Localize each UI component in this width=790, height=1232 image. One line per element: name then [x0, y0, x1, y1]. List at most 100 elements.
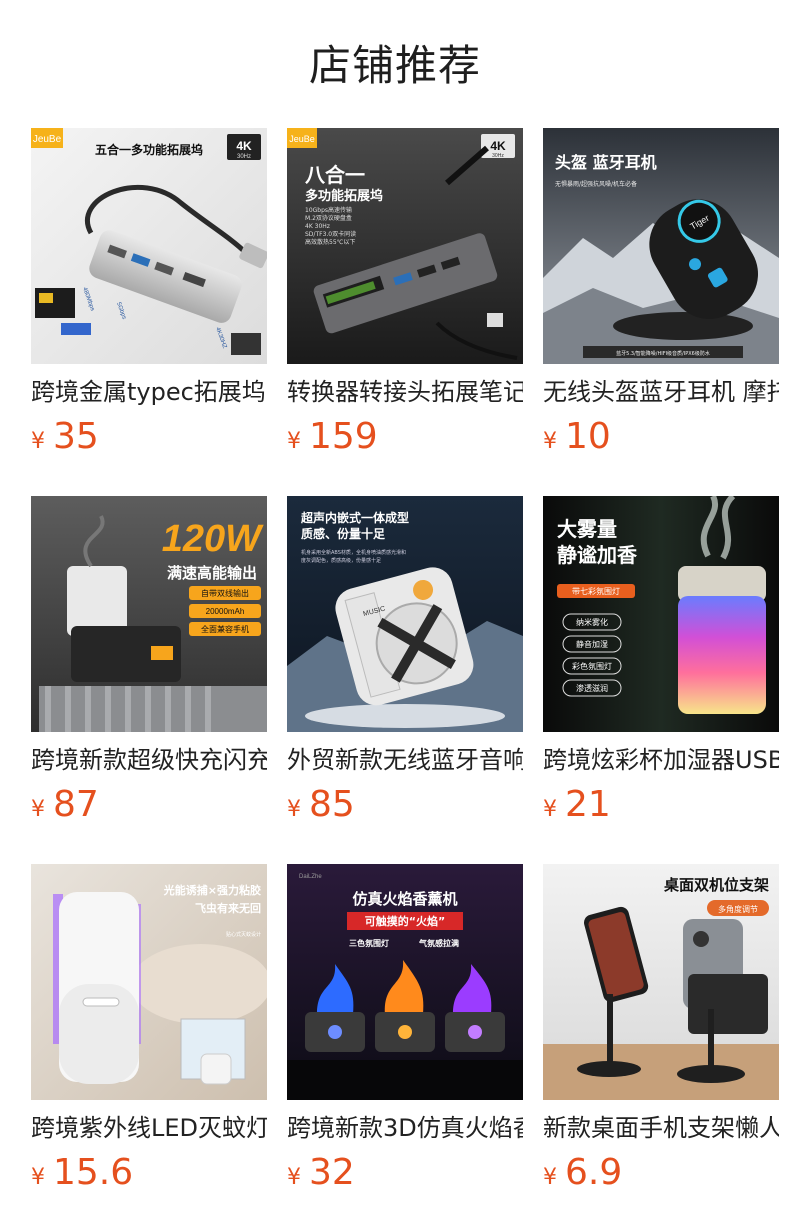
feature-2: 静音加湿 [576, 639, 608, 649]
feature-5: 高效散热55℃以下 [305, 238, 355, 246]
feature-1: 纳米雾化 [576, 617, 608, 627]
product-image[interactable]: 光能诱捕×强力粘胶 飞虫有来无回 贴心式灭蚊设计 [31, 864, 267, 1100]
price-value: 10 [565, 416, 611, 457]
price-value: 21 [565, 784, 611, 825]
product-card[interactable]: JeuBe 五合一多功能拓展坞 4K 30Hz 480Mbps 5Gbps 4K… [31, 128, 267, 458]
product-card[interactable]: JeuBe 4K 30Hz 八合一 多功能拓展坞 10Gbps高速传输 M.2双… [287, 128, 523, 458]
currency-symbol: ¥ [543, 1165, 557, 1190]
image-headline-2: 飞虫有来无回 [195, 901, 261, 915]
mosquito-lamp-image: 光能诱捕×强力粘胶 飞虫有来无回 贴心式灭蚊设计 [31, 864, 267, 1100]
image-banner: 可触摸的“火焰” [365, 914, 445, 928]
price-value: 87 [53, 784, 99, 825]
brand-logo: JeuBe [33, 134, 62, 145]
feature-2: 气氛感拉满 [418, 938, 459, 948]
image-headline-1: 超声内嵌式一体成型 [300, 510, 409, 525]
currency-symbol: ¥ [287, 1165, 301, 1190]
price-value: 85 [309, 784, 355, 825]
image-subhead: 多功能拓展坞 [305, 188, 383, 204]
feature-1: 10Gbps高速传输 [305, 206, 352, 214]
helmet-headset-image: 头盔 蓝牙耳机 无惧暴雨/超强抗风噪/机车必备 Tiger 蓝牙5.3/智能降噪… [543, 128, 779, 364]
product-price: ¥32 [287, 1150, 355, 1196]
product-image[interactable]: JeuBe 五合一多功能拓展坞 4K 30Hz 480Mbps 5Gbps 4K… [31, 128, 267, 364]
product-price: ¥21 [543, 782, 611, 828]
page-title: 店铺推荐 [308, 41, 481, 90]
product-price: ¥35 [31, 414, 99, 460]
image-subhead: 无惧暴雨/超强抗风噪/机车必备 [555, 180, 637, 188]
product-image[interactable]: 大雾量 静谧加香 带七彩氛围灯 纳米雾化 静音加湿 彩色氛围灯 渗透滋润 [543, 496, 779, 732]
power-bank-image: 120W 满速高能输出 自带双线输出 20000mAh 全面兼容手机 [31, 496, 267, 732]
product-image[interactable]: 桌面双机位支架 多角度调节 [543, 864, 779, 1100]
product-grid: JeuBe 五合一多功能拓展坞 4K 30Hz 480Mbps 5Gbps 4K… [31, 128, 779, 1208]
product-price: ¥10 [543, 414, 611, 460]
feature-3: 彩色氛围灯 [572, 661, 612, 671]
image-headline: 仿真火焰香薰机 [352, 890, 457, 908]
bluetooth-speaker-image: 超声内嵌式一体成型 质感、份量十足 机身采用全新ABS材质，全机身喷油质感光滑和… [287, 496, 523, 732]
badge-hz: 30Hz [492, 153, 504, 159]
product-image[interactable]: DaiLZhe 仿真火焰香薰机 可触摸的“火焰” 三色氛围灯 气氛感拉满 [287, 864, 523, 1100]
product-card[interactable]: 头盔 蓝牙耳机 无惧暴雨/超强抗风噪/机车必备 Tiger 蓝牙5.3/智能降噪… [543, 128, 779, 458]
product-price: ¥6.9 [543, 1150, 622, 1196]
image-headline-2: 静谧加香 [557, 543, 638, 567]
product-price: ¥15.6 [31, 1150, 133, 1196]
price-value: 35 [53, 416, 99, 457]
image-tag: 带七彩氛围灯 [572, 586, 620, 596]
product-name[interactable]: 转换器转接头拓展笔记本 [287, 374, 523, 410]
currency-symbol: ¥ [31, 429, 45, 454]
feature-2: M.2双协议硬盘盒 [305, 214, 352, 222]
product-name[interactable]: 跨境新款3D仿真火焰香薰机 [287, 1110, 523, 1146]
feature-1: 三色氛围灯 [349, 938, 389, 948]
product-name[interactable]: 跨境新款超级快充闪充 [31, 742, 267, 778]
currency-symbol: ¥ [543, 797, 557, 822]
price-value: 159 [309, 416, 378, 457]
tag-3: 全面兼容手机 [201, 624, 249, 634]
product-card[interactable]: 大雾量 静谧加香 带七彩氛围灯 纳米雾化 静音加湿 彩色氛围灯 渗透滋润 跨境炫… [543, 496, 779, 826]
product-price: ¥85 [287, 782, 355, 828]
product-name[interactable]: 跨境炫彩杯加湿器USB [543, 742, 779, 778]
product-name[interactable]: 跨境金属typec拓展坞 [31, 374, 267, 410]
badge-4k: 4K [236, 139, 252, 153]
currency-symbol: ¥ [287, 797, 301, 822]
tag-2: 20000mAh [206, 607, 245, 616]
image-tag: 多角度调节 [718, 904, 758, 914]
image-subhead-1: 机身采用全新ABS材质，全机身喷油质感光滑和 [301, 549, 406, 556]
product-image[interactable]: 超声内嵌式一体成型 质感、份量十足 机身采用全新ABS材质，全机身喷油质感光滑和… [287, 496, 523, 732]
price-value: 6.9 [565, 1152, 623, 1193]
image-headline-1: 光能诱捕×强力粘胶 [163, 883, 261, 897]
product-name[interactable]: 无线头盔蓝牙耳机 摩托车 [543, 374, 779, 410]
product-card[interactable]: DaiLZhe 仿真火焰香薰机 可触摸的“火焰” 三色氛围灯 气氛感拉满 跨境新… [287, 864, 523, 1194]
brand-logo: DaiLZhe [299, 874, 322, 880]
feature-3: 4K 30Hz [305, 223, 330, 230]
product-price: ¥159 [287, 414, 378, 460]
image-headline-1: 大雾量 [557, 517, 617, 541]
badge-hz: 30Hz [237, 154, 251, 160]
image-headline: 桌面双机位支架 [663, 876, 769, 894]
image-headline-2: 质感、份量十足 [301, 526, 385, 541]
currency-symbol: ¥ [287, 429, 301, 454]
product-image[interactable]: JeuBe 4K 30Hz 八合一 多功能拓展坞 10Gbps高速传输 M.2双… [287, 128, 523, 364]
humidifier-image: 大雾量 静谧加香 带七彩氛围灯 纳米雾化 静音加湿 彩色氛围灯 渗透滋润 [543, 496, 779, 732]
feature-4: 渗透滋润 [576, 683, 608, 693]
feature-4: SD/TF3.0双卡同读 [305, 230, 356, 238]
product-name[interactable]: 新款桌面手机支架懒人 [543, 1110, 779, 1146]
brand-logo: JeuBe [289, 134, 315, 144]
product-image[interactable]: 头盔 蓝牙耳机 无惧暴雨/超强抗风噪/机车必备 Tiger 蓝牙5.3/智能降噪… [543, 128, 779, 364]
image-footer: 蓝牙5.3/智能降噪/HIFI级音质/IPX6级防水 [616, 350, 710, 357]
tag-1: 自带双线输出 [201, 588, 249, 598]
product-name[interactable]: 外贸新款无线蓝牙音响 [287, 742, 523, 778]
store-recommend-page: 店铺推荐 JeuBe 五合一多功能拓展坞 4K 30Hz 480Mbps 5Gb… [0, 0, 790, 1232]
product-price: ¥87 [31, 782, 99, 828]
image-headline: 120W [162, 518, 264, 560]
price-value: 15.6 [53, 1152, 134, 1193]
image-headline: 头盔 蓝牙耳机 [555, 153, 657, 172]
product-image[interactable]: 120W 满速高能输出 自带双线输出 20000mAh 全面兼容手机 [31, 496, 267, 732]
badge-4k: 4K [490, 139, 506, 153]
product-name[interactable]: 跨境紫外线LED灭蚊灯 [31, 1110, 267, 1146]
flame-aroma-diffuser-image: DaiLZhe 仿真火焰香薰机 可触摸的“火焰” 三色氛围灯 气氛感拉满 [287, 864, 523, 1100]
usb-hub-silver-image: JeuBe 五合一多功能拓展坞 4K 30Hz 480Mbps 5Gbps 4K… [31, 128, 267, 364]
product-card[interactable]: 光能诱捕×强力粘胶 飞虫有来无回 贴心式灭蚊设计 跨境紫外线LED灭蚊灯 ¥15… [31, 864, 267, 1194]
image-headline: 五合一多功能拓展坞 [95, 142, 203, 157]
product-card[interactable]: 桌面双机位支架 多角度调节 新款桌面手机支架懒人 ¥ 6.9 [543, 864, 779, 1194]
product-card[interactable]: 120W 满速高能输出 自带双线输出 20000mAh 全面兼容手机 跨境新款超… [31, 496, 267, 826]
usb-hub-dark-image: JeuBe 4K 30Hz 八合一 多功能拓展坞 10Gbps高速传输 M.2双… [287, 128, 523, 364]
product-card[interactable]: 超声内嵌式一体成型 质感、份量十足 机身采用全新ABS材质，全机身喷油质感光滑和… [287, 496, 523, 826]
